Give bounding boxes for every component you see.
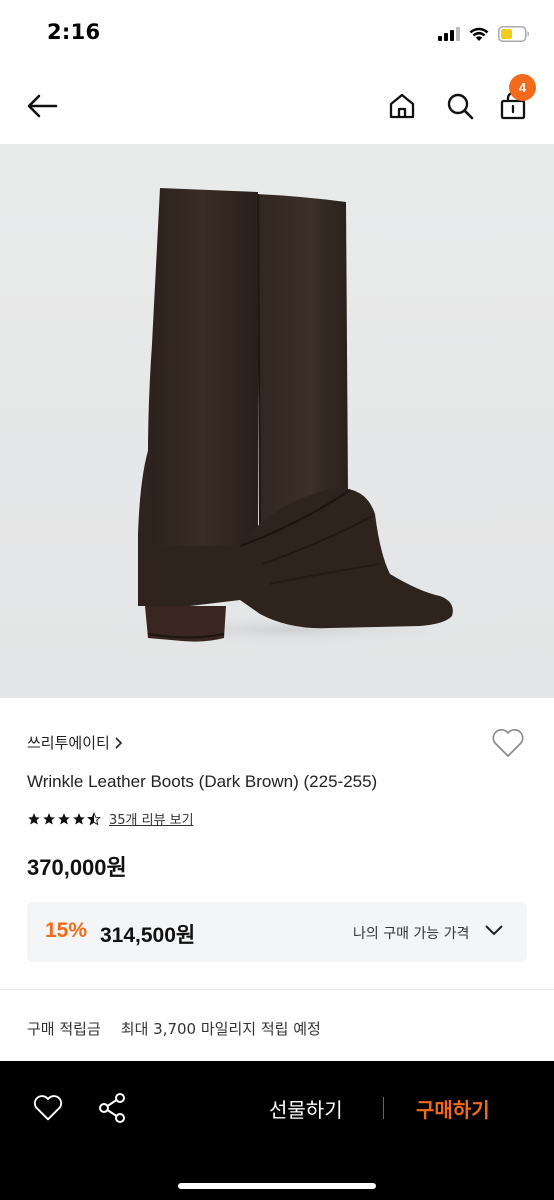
signal-icon xyxy=(438,27,460,41)
status-bar: 2:16 xyxy=(0,0,554,68)
star-icon xyxy=(28,812,40,825)
home-icon xyxy=(389,93,415,119)
share-icon xyxy=(99,1093,125,1123)
section-divider xyxy=(0,989,554,990)
gift-button[interactable]: 선물하기 xyxy=(269,1094,343,1123)
home-indicator xyxy=(178,1183,376,1189)
discount-price: 314,500원 xyxy=(100,924,196,947)
star-icon xyxy=(58,812,70,825)
home-button[interactable] xyxy=(382,86,422,126)
product-name: Wrinkle Leather Boots (Dark Brown) (225-… xyxy=(27,772,378,791)
search-button[interactable] xyxy=(440,86,480,126)
boot-illustration xyxy=(100,188,480,646)
chevron-right-icon xyxy=(115,736,122,749)
status-time: 2:16 xyxy=(47,20,101,44)
star-icon xyxy=(73,812,85,825)
rating-row: 35개 리뷰 보기 xyxy=(27,809,194,828)
points-row: 구매 적립금 최대 3,700 마일리지 적립 예정 xyxy=(27,1018,321,1039)
brand-link[interactable]: 쓰리투에이티 xyxy=(27,732,124,753)
button-separator xyxy=(383,1097,384,1119)
heart-icon xyxy=(492,729,524,757)
wifi-icon xyxy=(469,27,489,41)
search-icon xyxy=(447,93,474,120)
buy-button[interactable]: 구매하기 xyxy=(416,1094,490,1123)
star-icon xyxy=(43,812,55,825)
like-button[interactable] xyxy=(32,1093,66,1125)
share-button[interactable] xyxy=(97,1092,129,1126)
points-value: 최대 3,700 마일리지 적립 예정 xyxy=(120,1020,321,1038)
app-header xyxy=(0,68,554,144)
cart-count-badge: 4 xyxy=(509,74,536,101)
chevron-down-icon xyxy=(485,925,503,936)
points-label: 구매 적립금 xyxy=(27,1020,101,1038)
status-icons xyxy=(438,22,530,46)
wishlist-button[interactable] xyxy=(491,728,525,760)
original-price: 370,000원 xyxy=(27,855,127,880)
discount-rate: 15% xyxy=(45,919,88,942)
discount-label: 나의 구매 가능 가격 xyxy=(353,926,470,942)
brand-name: 쓰리투에이티 xyxy=(27,734,110,752)
bottom-action-bar: 선물하기 구매하기 xyxy=(0,1061,554,1200)
back-arrow-icon xyxy=(27,94,58,118)
review-link[interactable]: 35개 리뷰 보기 xyxy=(109,809,194,828)
battery-icon xyxy=(498,26,529,42)
rating-stars xyxy=(27,811,101,826)
heart-icon xyxy=(33,1095,63,1121)
product-image[interactable] xyxy=(0,144,554,698)
star-half-icon xyxy=(87,811,101,825)
back-button[interactable] xyxy=(22,86,62,126)
discount-price-box[interactable]: 15% 314,500원 나의 구매 가능 가격 xyxy=(27,902,527,962)
